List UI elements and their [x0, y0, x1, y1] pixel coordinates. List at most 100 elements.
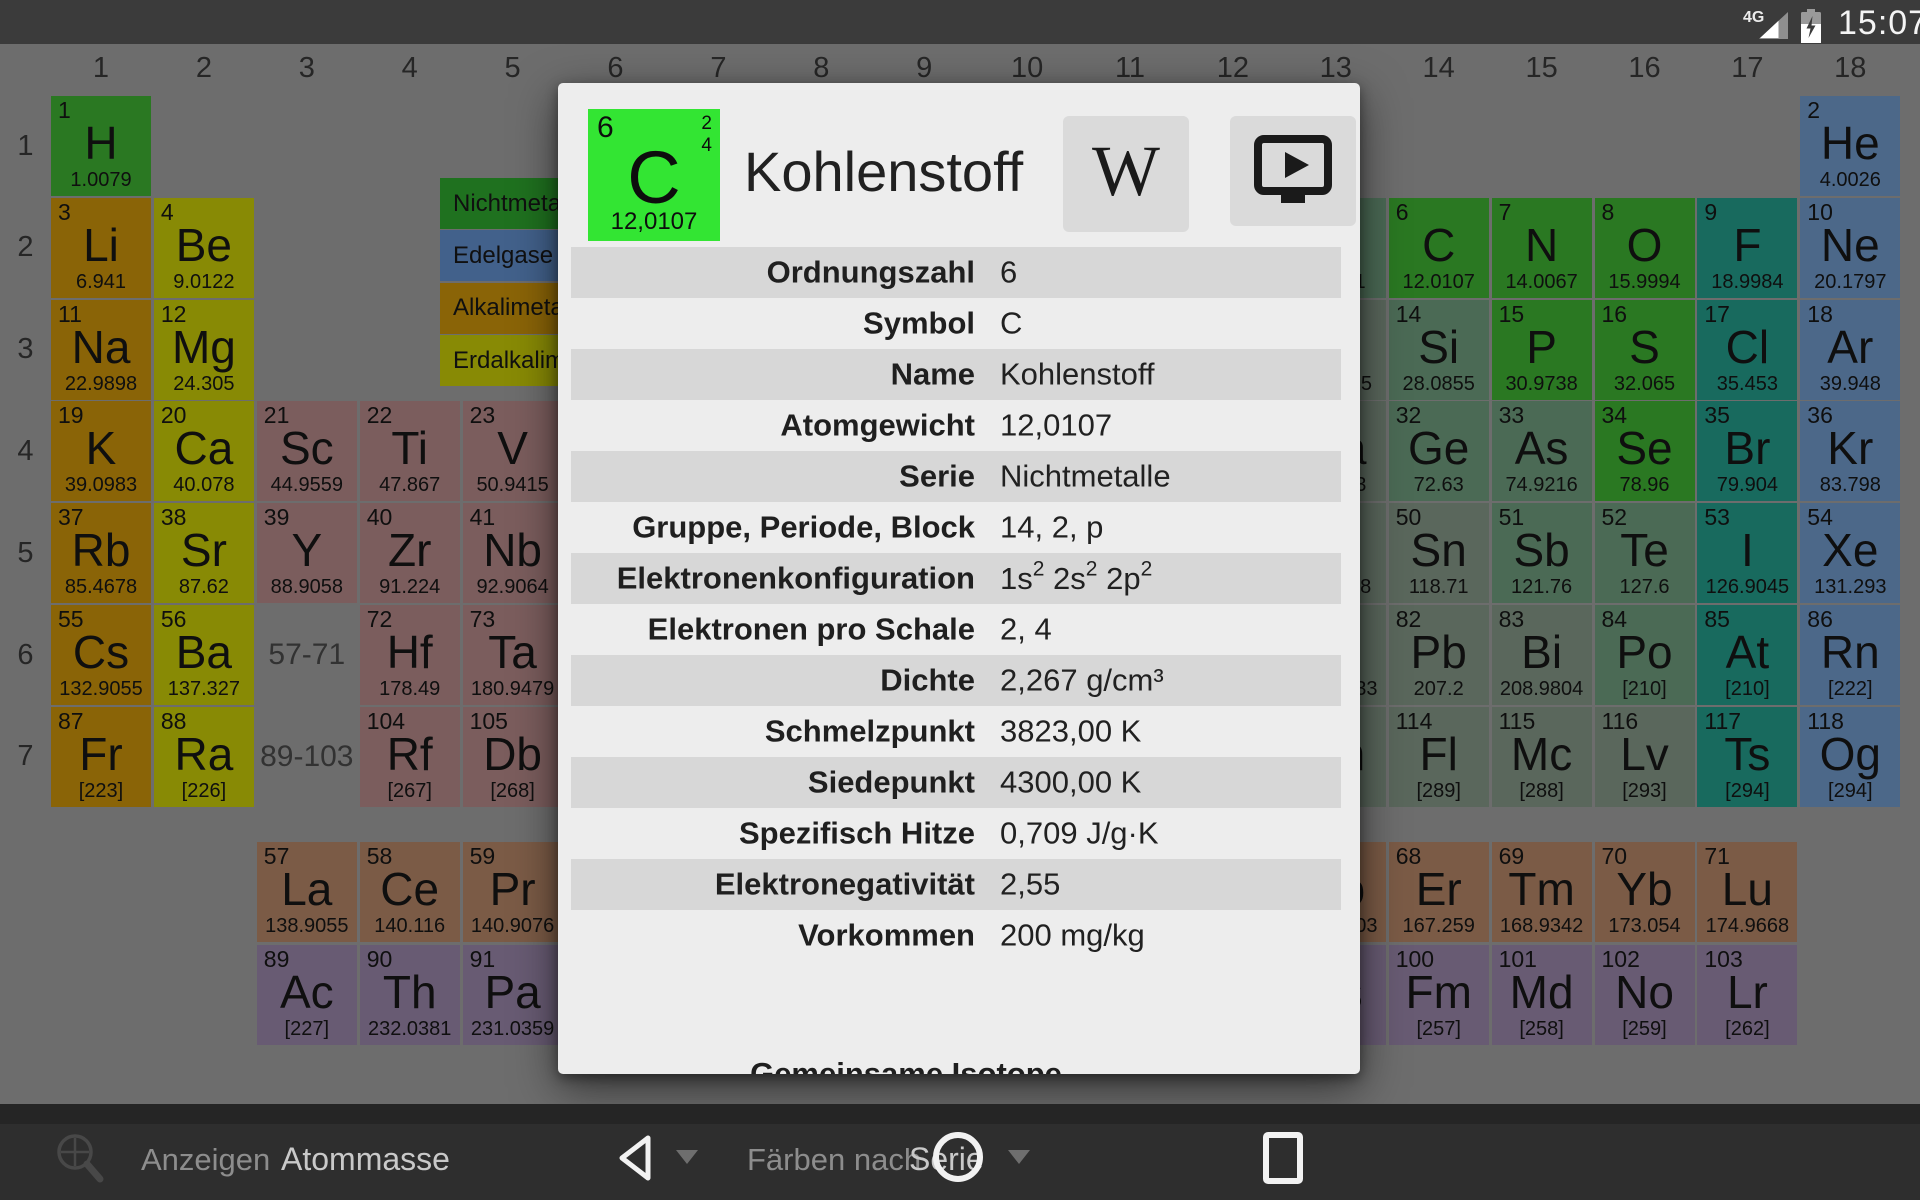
- element-tile-Rf[interactable]: 104Rf[267]: [360, 707, 460, 807]
- element-tile-As[interactable]: 33As74.9216: [1492, 401, 1592, 501]
- element-tile-K[interactable]: 19K39.0983: [51, 401, 151, 501]
- element-tile-Y[interactable]: 39Y88.9058: [257, 503, 357, 603]
- element-tile-Bi[interactable]: 83Bi208.9804: [1492, 605, 1592, 705]
- element-tile-Ba[interactable]: 56Ba137.327: [154, 605, 254, 705]
- element-tile-Rb[interactable]: 37Rb85.4678: [51, 503, 151, 603]
- element-tile-Og[interactable]: 118Og[294]: [1800, 707, 1900, 807]
- element-tile-V[interactable]: 23V50.9415: [463, 401, 563, 501]
- element-tile-Lr[interactable]: 103Lr[262]: [1697, 945, 1797, 1045]
- element-tile-La[interactable]: 57La138.9055: [257, 842, 357, 942]
- property-label: Dichte: [571, 662, 975, 698]
- nav-home-button[interactable]: [930, 1129, 986, 1185]
- wikipedia-button[interactable]: W: [1063, 116, 1189, 232]
- element-tile-P[interactable]: 15P30.9738: [1492, 300, 1592, 400]
- atomic-mass: [294]: [1800, 780, 1900, 803]
- element-tile-Yb[interactable]: 70Yb173.054: [1595, 842, 1695, 942]
- element-tile-He[interactable]: 2He4.0026: [1800, 96, 1900, 196]
- element-tile-Rn[interactable]: 86Rn[222]: [1800, 605, 1900, 705]
- element-tile-Pr[interactable]: 59Pr140.9076: [463, 842, 563, 942]
- element-tile-Pb[interactable]: 82Pb207.2: [1389, 605, 1489, 705]
- element-symbol: Ne: [1800, 222, 1900, 268]
- atomic-mass: 232.0381: [360, 1018, 460, 1041]
- element-tile-Sc[interactable]: 21Sc44.9559: [257, 401, 357, 501]
- property-row: Spezifisch Hitze0,709 J/g·K: [571, 808, 1341, 859]
- element-tile-Ge[interactable]: 32Ge72.63: [1389, 401, 1489, 501]
- element-tile-Cs[interactable]: 55Cs132.9055: [51, 605, 151, 705]
- row-header: 3: [0, 300, 51, 400]
- element-symbol: Si: [1389, 324, 1489, 370]
- element-tile-C[interactable]: 6C12.0107: [1389, 198, 1489, 298]
- property-value: 4300,00 K: [1000, 764, 1337, 800]
- element-tile-Be[interactable]: 4Be9.0122: [154, 198, 254, 298]
- element-tile-Kr[interactable]: 36Kr83.798: [1800, 401, 1900, 501]
- element-symbol: Og: [1800, 731, 1900, 777]
- element-tile-Fm[interactable]: 100Fm[257]: [1389, 945, 1489, 1045]
- element-tile-Tm[interactable]: 69Tm168.9342: [1492, 842, 1592, 942]
- element-tile-Fl[interactable]: 114Fl[289]: [1389, 707, 1489, 807]
- element-tile-No[interactable]: 102No[259]: [1595, 945, 1695, 1045]
- element-tile-Th[interactable]: 90Th232.0381: [360, 945, 460, 1045]
- element-tile-Mg[interactable]: 12Mg24.305: [154, 300, 254, 400]
- element-tile-Te[interactable]: 52Te127.6: [1595, 503, 1695, 603]
- zoom-icon[interactable]: [50, 1127, 110, 1187]
- element-tile-Ra[interactable]: 88Ra[226]: [154, 707, 254, 807]
- element-tile-Xe[interactable]: 54Xe131.293: [1800, 503, 1900, 603]
- color-dropdown-caret[interactable]: [1008, 1150, 1030, 1164]
- element-tile-Ti[interactable]: 22Ti47.867: [360, 401, 460, 501]
- element-tile-Po[interactable]: 84Po[210]: [1595, 605, 1695, 705]
- element-tile-Zr[interactable]: 40Zr91.224: [360, 503, 460, 603]
- atomic-mass: 74.9216: [1492, 474, 1592, 497]
- element-symbol: Ts: [1697, 731, 1797, 777]
- atomic-mass: [210]: [1595, 678, 1695, 701]
- row-header: 7: [0, 707, 51, 807]
- element-tile-Se[interactable]: 34Se78.96: [1595, 401, 1695, 501]
- element-tile-Fr[interactable]: 87Fr[223]: [51, 707, 151, 807]
- element-symbol: Ac: [257, 969, 357, 1015]
- property-value: 2,267 g/cm³: [1000, 662, 1337, 698]
- element-tile-H[interactable]: 1H1.0079: [51, 96, 151, 196]
- element-tile-Si[interactable]: 14Si28.0855: [1389, 300, 1489, 400]
- element-tile-Pa[interactable]: 91Pa231.0359: [463, 945, 563, 1045]
- element-tile-F[interactable]: 9F18.9984: [1697, 198, 1797, 298]
- element-tile-I[interactable]: 53I126.9045: [1697, 503, 1797, 603]
- element-tile-Er[interactable]: 68Er167.259: [1389, 842, 1489, 942]
- video-button[interactable]: [1230, 116, 1356, 226]
- element-tile-Li[interactable]: 3Li6.941: [51, 198, 151, 298]
- element-tile-Lu[interactable]: 71Lu174.9668: [1697, 842, 1797, 942]
- element-tile-Br[interactable]: 35Br79.904: [1697, 401, 1797, 501]
- element-tile-Sr[interactable]: 38Sr87.62: [154, 503, 254, 603]
- element-symbol: Cs: [51, 629, 151, 675]
- element-tile-Ta[interactable]: 73Ta180.9479: [463, 605, 563, 705]
- element-symbol: Po: [1595, 629, 1695, 675]
- element-tile-Ac[interactable]: 89Ac[227]: [257, 945, 357, 1045]
- atomic-mass: 78.96: [1595, 474, 1695, 497]
- element-tile-Cl[interactable]: 17Cl35.453: [1697, 300, 1797, 400]
- element-tile-O[interactable]: 8O15.9994: [1595, 198, 1695, 298]
- atomic-mass: [293]: [1595, 780, 1695, 803]
- nav-back-button[interactable]: [608, 1130, 666, 1186]
- display-dropdown-caret[interactable]: [676, 1150, 698, 1164]
- element-tile-Sn[interactable]: 50Sn118.71: [1389, 503, 1489, 603]
- property-row: SymbolC: [571, 298, 1341, 349]
- element-tile-Ne[interactable]: 10Ne20.1797: [1800, 198, 1900, 298]
- element-tile-Db[interactable]: 105Db[268]: [463, 707, 563, 807]
- element-tile-At[interactable]: 85At[210]: [1697, 605, 1797, 705]
- display-mode-value[interactable]: Atommasse: [281, 1141, 450, 1178]
- element-tile-Mc[interactable]: 115Mc[288]: [1492, 707, 1592, 807]
- element-tile-Na[interactable]: 11Na22.9898: [51, 300, 151, 400]
- element-tile-Lv[interactable]: 116Lv[293]: [1595, 707, 1695, 807]
- element-tile-N[interactable]: 7N14.0067: [1492, 198, 1592, 298]
- element-tile-Nb[interactable]: 41Nb92.9064: [463, 503, 563, 603]
- nav-recents-button[interactable]: [1261, 1131, 1305, 1185]
- element-tile-Ce[interactable]: 58Ce140.116: [360, 842, 460, 942]
- element-tile-Hf[interactable]: 72Hf178.49: [360, 605, 460, 705]
- element-tile-Ts[interactable]: 117Ts[294]: [1697, 707, 1797, 807]
- element-tile-Ca[interactable]: 20Ca40.078: [154, 401, 254, 501]
- property-label: Elektronenkonfiguration: [571, 560, 975, 596]
- element-tile-Md[interactable]: 101Md[258]: [1492, 945, 1592, 1045]
- element-tile-S[interactable]: 16S32.065: [1595, 300, 1695, 400]
- atomic-mass: [289]: [1389, 780, 1489, 803]
- element-tile-Sb[interactable]: 51Sb121.76: [1492, 503, 1592, 603]
- element-tile-Ar[interactable]: 18Ar39.948: [1800, 300, 1900, 400]
- property-label: Symbol: [571, 305, 975, 341]
